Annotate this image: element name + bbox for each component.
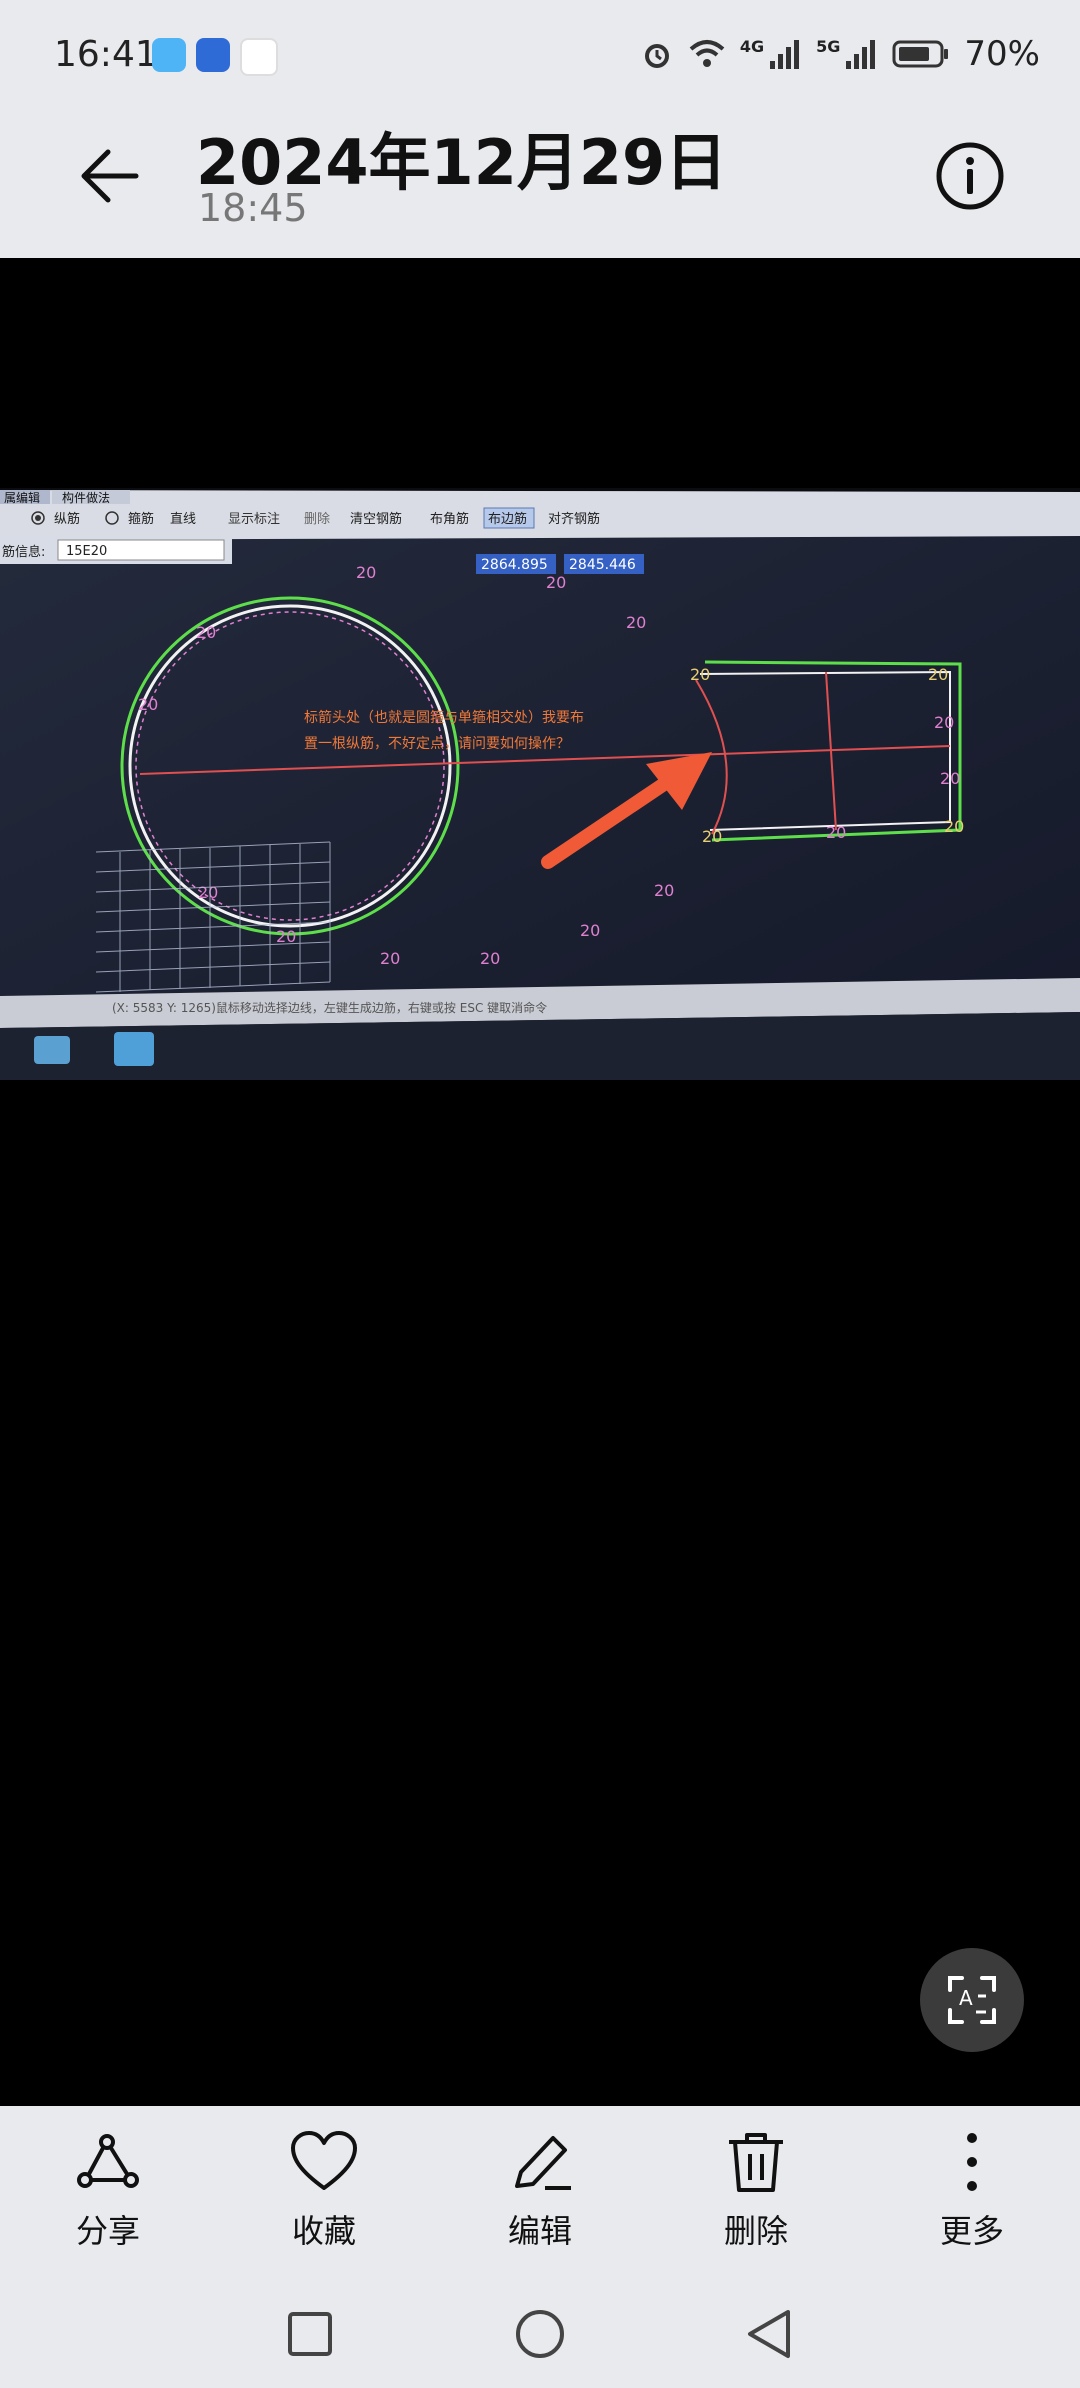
rebar-label: 20: [546, 573, 566, 592]
rebar-label: 20: [690, 665, 710, 684]
share-label: 分享: [75, 2212, 140, 2250]
status-time: 16:41: [54, 34, 158, 75]
home-circle-icon[interactable]: [510, 2304, 570, 2364]
delete-label: 删除: [723, 2212, 788, 2250]
back-button[interactable]: [72, 138, 148, 214]
status-indicators: 4G 5G 70%: [640, 34, 1040, 74]
share-icon: [77, 2134, 139, 2188]
arrow-left-icon: [81, 149, 139, 203]
page-subtitle: 18:45: [198, 186, 308, 230]
radio-dot: [35, 515, 41, 521]
rebar-label: 20: [138, 695, 158, 714]
signal-icon: [770, 40, 800, 69]
rebar-label: 20: [940, 769, 960, 788]
recents-square-icon[interactable]: [280, 2304, 340, 2364]
rebar-info-label: 筋信息:: [2, 544, 45, 560]
annotation-line-1: 标箭头处（也就是圆箍与单箍相交处）我要布: [304, 709, 584, 726]
toolbar-item: 布角筋: [430, 511, 469, 527]
rebar-label: 20: [702, 827, 722, 846]
bottom-toolbar: 分享 收藏 编辑 删除 更多: [0, 2106, 1080, 2282]
back-triangle-icon[interactable]: [740, 2304, 800, 2364]
wifi-icon: [689, 40, 725, 67]
rebar-label: 20: [928, 665, 948, 684]
alarm-icon: [644, 44, 669, 68]
status-bar: 16:41 4G 5G 70%: [0, 0, 1080, 118]
photo-svg: 属编辑 构件做法 纵筋 箍筋 直线 显示标注 删除 清空钢筋 布角筋 布边筋 对…: [0, 488, 1080, 1080]
edit-button[interactable]: 编辑: [480, 2130, 600, 2260]
pencil-icon: [515, 2136, 571, 2190]
rebar-label: 20: [580, 921, 600, 940]
info-icon: [936, 142, 1004, 210]
rebar-label: 20: [480, 949, 500, 968]
office-app-icon: [196, 38, 230, 72]
rebar-label: 20: [944, 817, 964, 836]
photo-content: 属编辑 构件做法 纵筋 箍筋 直线 显示标注 删除 清空钢筋 布角筋 布边筋 对…: [0, 488, 1080, 1080]
rebar-label: 20: [380, 949, 400, 968]
network-5g-label: 5G: [816, 36, 841, 56]
favorite-label: 收藏: [291, 2212, 356, 2250]
rebar-label: 20: [196, 623, 216, 642]
battery-percent: 70%: [964, 34, 1040, 74]
rebar-label: 20: [356, 563, 376, 582]
share-button[interactable]: 分享: [48, 2130, 168, 2260]
dim-value-1: 2864.895: [481, 557, 548, 573]
info-button[interactable]: [930, 136, 1010, 216]
toolbar-item: 清空钢筋: [350, 511, 402, 527]
favorite-button[interactable]: 收藏: [264, 2130, 384, 2260]
dim-value-2: 2845.446: [569, 557, 636, 573]
toolbar-item: 箍筋: [128, 511, 154, 527]
signal-icon: [846, 40, 876, 69]
delete-button[interactable]: 删除: [696, 2130, 816, 2260]
tab-component-label: 构件做法: [62, 490, 110, 505]
more-vertical-icon: [967, 2133, 977, 2191]
svg-text:A: A: [959, 1986, 973, 2010]
toolbar-item: 删除: [304, 512, 330, 527]
toolbar-item: 布边筋: [488, 511, 527, 527]
rebar-label: 20: [826, 823, 846, 842]
rebar-label: 20: [198, 883, 218, 902]
pinwheel-app-icon: [240, 38, 278, 76]
toolbar-item: 显示标注: [228, 512, 280, 527]
toolbar-item: 纵筋: [54, 511, 80, 527]
book-app-icon: [152, 38, 186, 72]
toolbar-item: 对齐钢筋: [548, 511, 600, 527]
annotation-line-2: 置一根纵筋，不好定点，请问要如何操作？: [304, 735, 570, 752]
scan-text-icon: A: [948, 1976, 996, 2024]
rebar-label: 20: [626, 613, 646, 632]
rebar-label: 20: [934, 713, 954, 732]
heart-icon: [291, 2131, 357, 2190]
software-status-text: (X: 5583 Y: 1265)鼠标移动选择边线，左键生成边筋，右键或按 ES…: [112, 1000, 547, 1015]
text-recognition-button[interactable]: A: [920, 1948, 1024, 2052]
network-4g-label: 4G: [739, 36, 765, 56]
tab-attr-edit-label: 属编辑: [4, 490, 40, 505]
software-toolbar: [0, 490, 1080, 540]
rebar-info-value: 15E20: [66, 544, 107, 559]
edit-label: 编辑: [507, 2212, 572, 2250]
navigation-bar: [0, 2282, 1080, 2388]
more-label: 更多: [939, 2212, 1004, 2250]
more-button[interactable]: 更多: [912, 2130, 1032, 2260]
trash-icon: [729, 2133, 783, 2192]
battery-icon: [892, 40, 949, 68]
app-taskbar-icon: [114, 1032, 154, 1066]
toolbar-item: 直线: [170, 512, 196, 527]
folder-taskbar-icon: [34, 1036, 70, 1064]
rebar-label: 20: [654, 881, 674, 900]
